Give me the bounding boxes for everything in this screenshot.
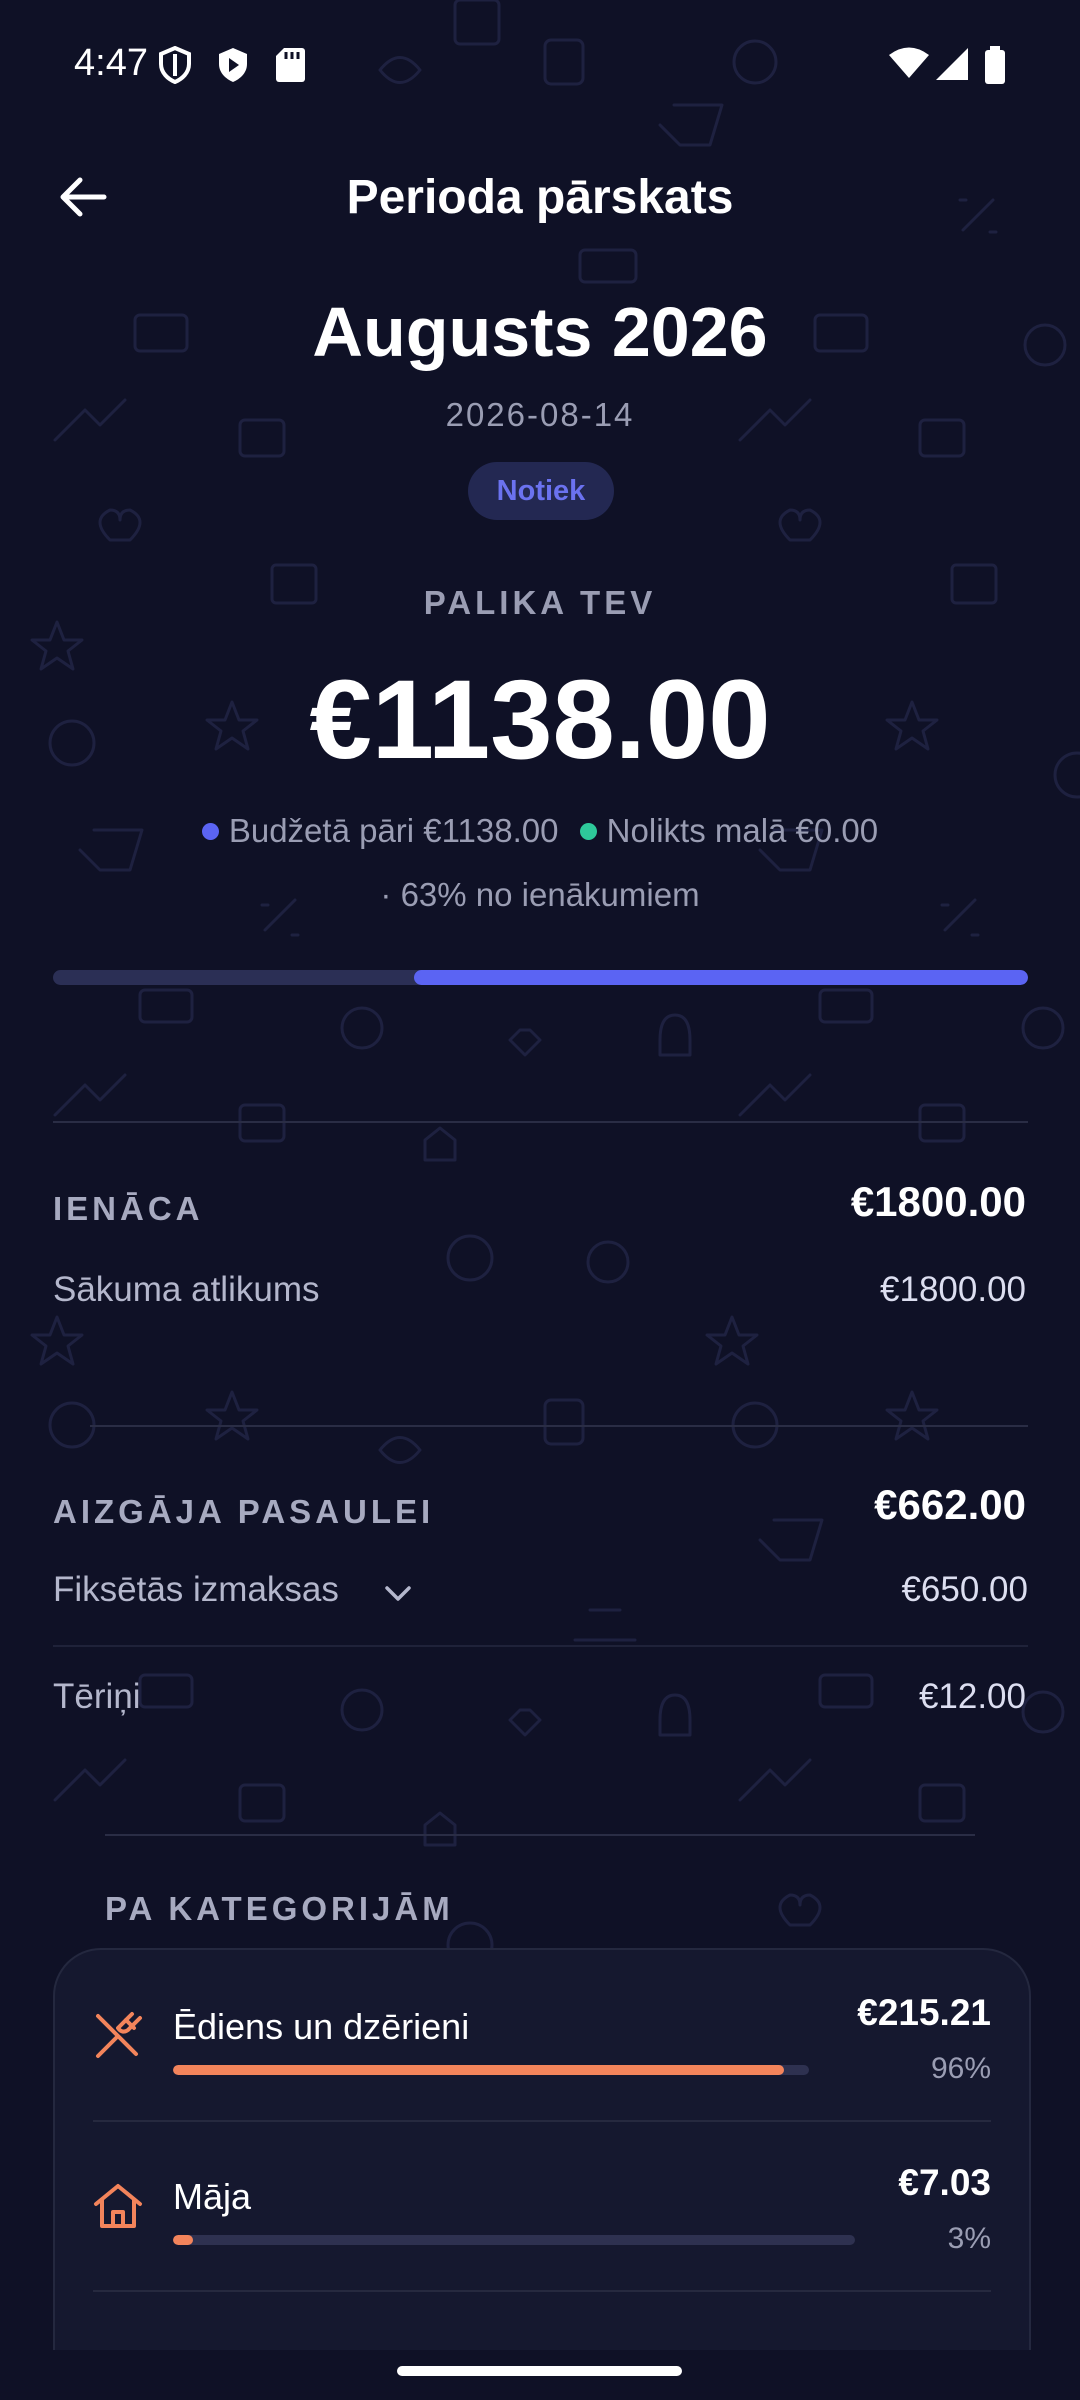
budget-progress-bar bbox=[53, 970, 1028, 985]
divider bbox=[105, 1834, 975, 1836]
category-percent: 3% bbox=[947, 2222, 991, 2255]
status-time: 4:47 bbox=[74, 42, 148, 84]
fixed-costs-label: Fiksētās izmaksas bbox=[53, 1570, 339, 1609]
period-name: Augusts 2026 bbox=[312, 293, 768, 371]
category-progress-bar bbox=[173, 2235, 855, 2245]
home-indicator[interactable] bbox=[397, 2366, 682, 2376]
income-share: · 63% no ienākumiem bbox=[380, 876, 700, 913]
legend: Budžetā pāri €1138.00 Nolikts malā €0.00 bbox=[0, 812, 1080, 850]
legend-saved-text: Nolikts malā €0.00 bbox=[606, 812, 879, 849]
income-total: €1800.00 bbox=[850, 1178, 1026, 1225]
shield-play-icon bbox=[219, 48, 247, 82]
category-item-home[interactable]: Māja €7.03 3% bbox=[55, 2120, 1029, 2290]
category-amount: €7.03 bbox=[898, 2162, 991, 2203]
shield-outline-icon bbox=[159, 46, 191, 84]
spending-section-title: AIZGĀJA PASAULEI bbox=[53, 1493, 435, 1530]
divider bbox=[93, 2290, 991, 2292]
category-name: Ēdiens un dzērieni bbox=[173, 2006, 470, 2047]
category-percent: 96% bbox=[930, 2052, 991, 2085]
chevron-down-icon bbox=[385, 1586, 411, 1601]
divider bbox=[53, 1645, 1028, 1647]
categories-section-title: PA KATEGORIJĀM bbox=[105, 1890, 454, 1927]
expenses-label: Tēriņi bbox=[53, 1677, 141, 1716]
divider bbox=[53, 1121, 1028, 1123]
category-item-food[interactable]: Ēdiens un dzērieni €215.21 96% bbox=[55, 1950, 1029, 2120]
budget-progress-fill bbox=[413, 970, 1028, 985]
category-progress-fill bbox=[173, 2065, 784, 2075]
expenses-value: €12.00 bbox=[918, 1677, 1026, 1716]
category-name: Māja bbox=[173, 2176, 252, 2217]
home-icon bbox=[94, 2184, 142, 2228]
fork-knife-icon bbox=[96, 2012, 142, 2058]
cellular-signal-icon bbox=[936, 48, 968, 80]
period-date: 2026-08-14 bbox=[445, 396, 635, 433]
battery-icon bbox=[985, 46, 1005, 84]
category-amount: €215.21 bbox=[857, 1992, 991, 2033]
legend-item-budget: Budžetā pāri €1138.00 bbox=[201, 812, 559, 849]
divider bbox=[90, 1425, 1028, 1427]
status-bar: 4:47 bbox=[0, 0, 1080, 130]
remaining-label: PALIKA TEV bbox=[423, 584, 657, 621]
starting-balance-label: Sākuma atlikums bbox=[53, 1270, 320, 1309]
sd-card-icon bbox=[276, 48, 305, 82]
legend-budget-text: Budžetā pāri €1138.00 bbox=[228, 812, 559, 849]
page-title: Perioda pārskats bbox=[346, 171, 734, 224]
fixed-costs-value: €650.00 bbox=[901, 1570, 1028, 1609]
legend-item-saved: Nolikts malā €0.00 bbox=[579, 812, 879, 849]
income-section-title: IENĀCA bbox=[53, 1190, 204, 1227]
fixed-costs-row[interactable]: Fiksētās izmaksas €650.00 bbox=[53, 1560, 1028, 1630]
legend-dot-budget bbox=[201, 822, 219, 840]
category-progress-bar bbox=[173, 2065, 809, 2075]
legend-dot-saved bbox=[579, 822, 597, 840]
categories-card: Ēdiens un dzērieni €215.21 96% Māja €7.0… bbox=[53, 1948, 1031, 2350]
category-progress-fill bbox=[173, 2235, 194, 2245]
remaining-amount: €1138.00 bbox=[309, 657, 771, 782]
starting-balance-value: €1800.00 bbox=[880, 1270, 1026, 1309]
wifi-icon bbox=[889, 47, 929, 78]
spending-total: €662.00 bbox=[874, 1481, 1026, 1528]
status-badge: Notiek bbox=[468, 462, 614, 520]
